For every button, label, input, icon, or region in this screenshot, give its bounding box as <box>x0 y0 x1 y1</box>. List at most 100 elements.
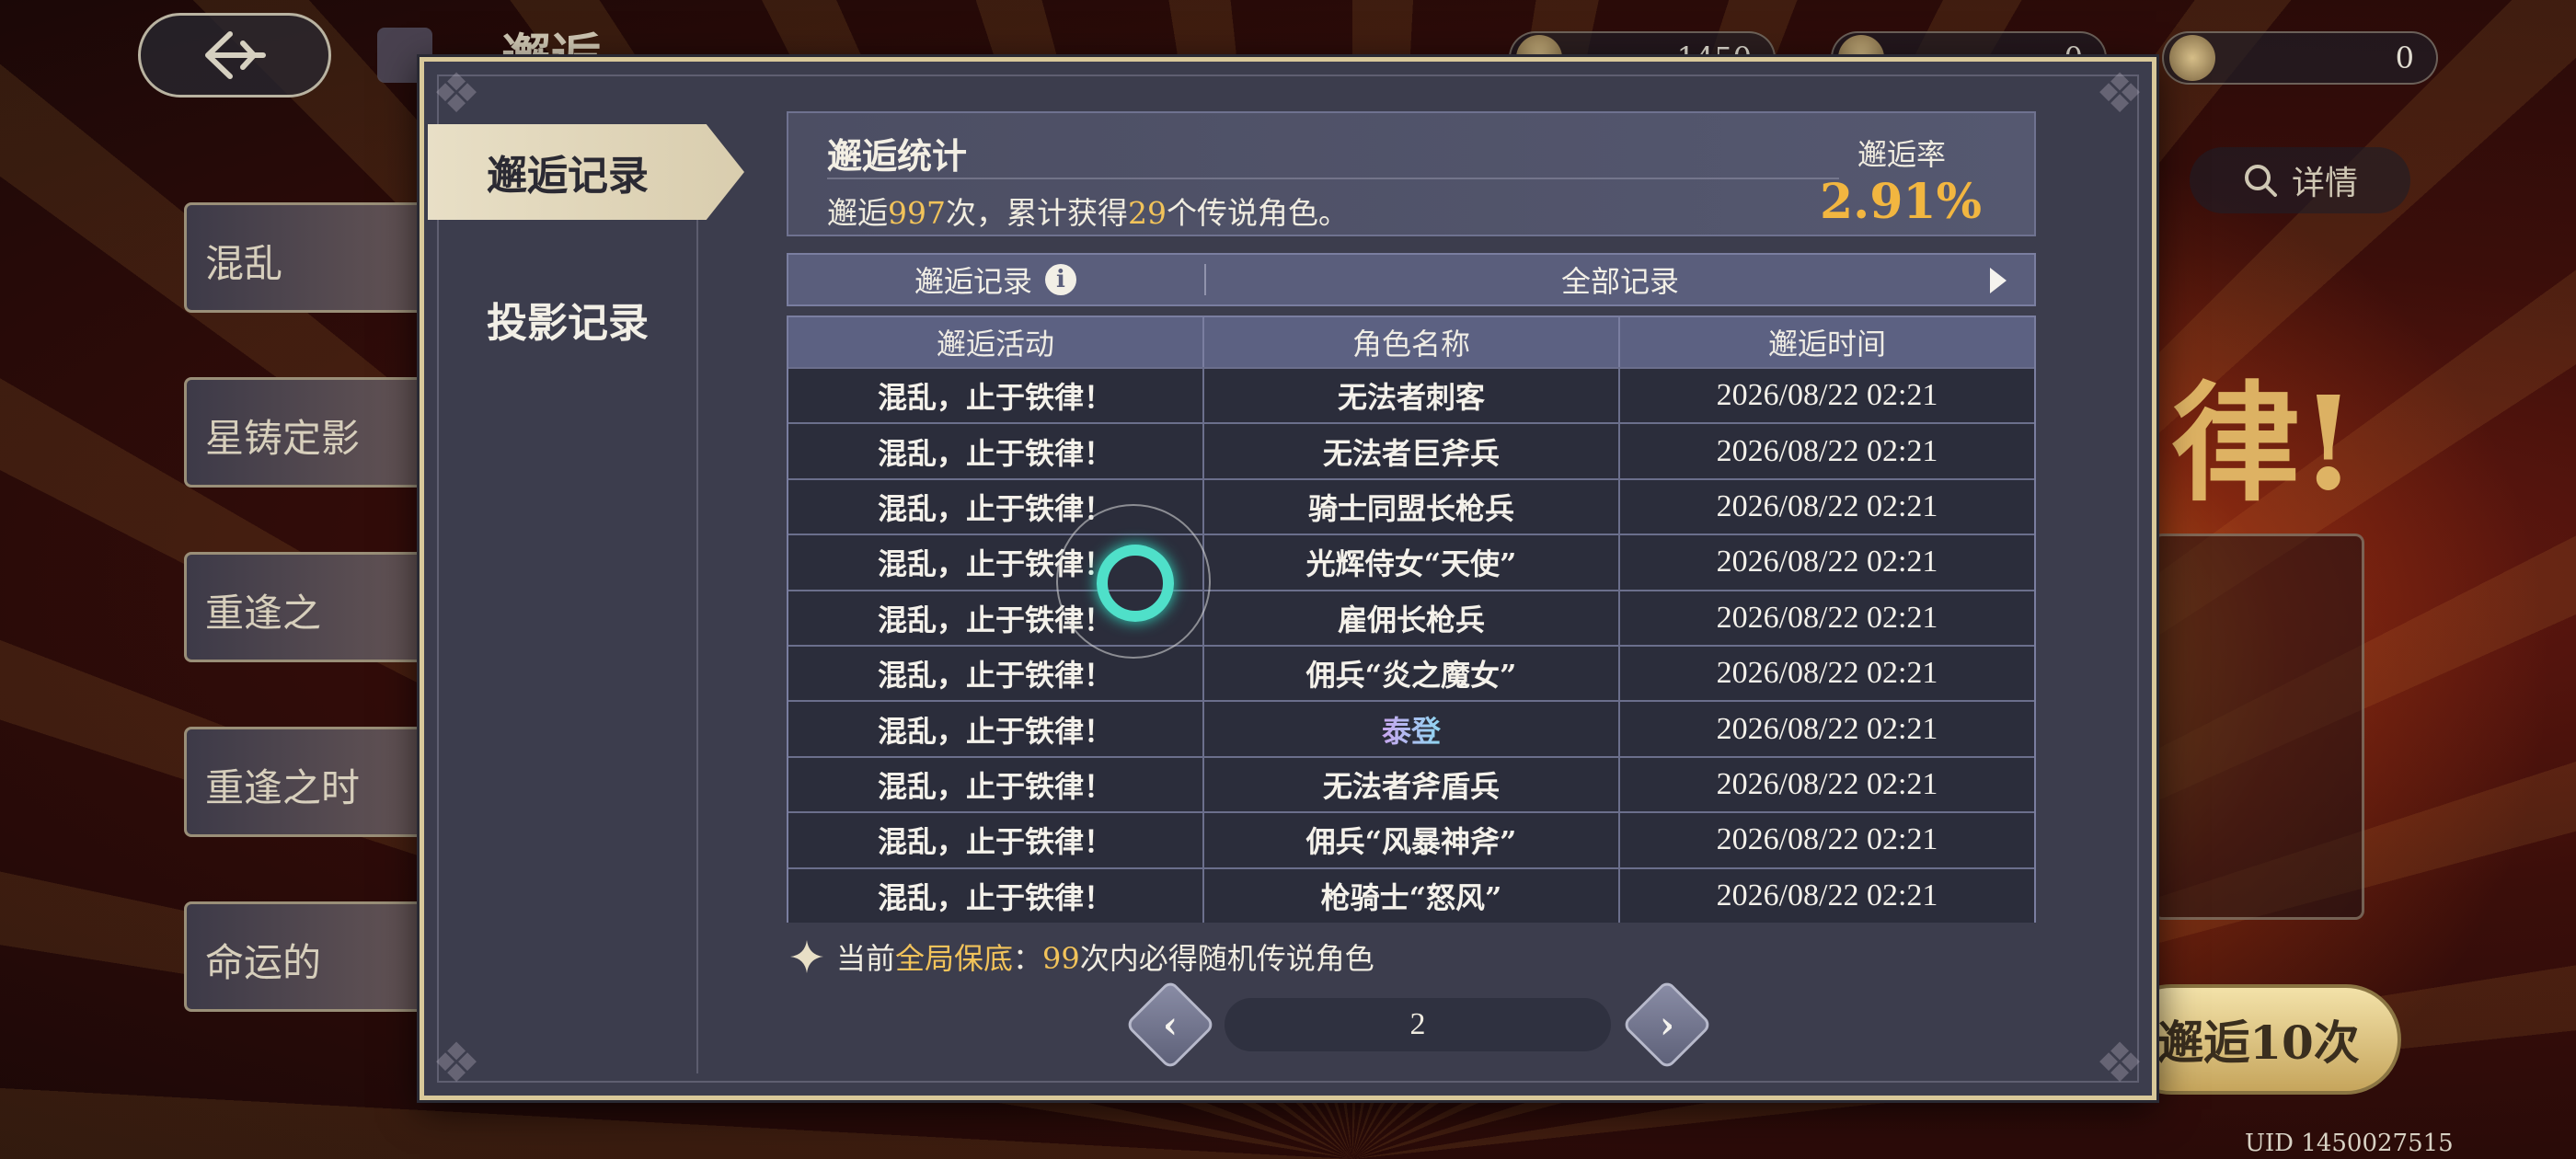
pity-highlight: 全局保底 <box>895 941 1014 976</box>
pull-count: 997 <box>888 195 946 231</box>
touch-indicator <box>1056 504 1211 659</box>
pity-count: 99 <box>1042 941 1080 976</box>
table-row: 混乱，止于铁律！ 雇佣长枪兵 2026/08/22 02:21 <box>788 589 2034 645</box>
pity-colon: ： <box>1013 941 1043 976</box>
sparkle-icon <box>790 940 823 973</box>
chevron-right-icon <box>1990 268 2007 293</box>
stats-title: 邂逅统计 <box>827 135 968 177</box>
character-preview <box>2153 534 2364 920</box>
ornament-icon: ❖ <box>2095 62 2145 126</box>
chevron-right-icon: › <box>1660 1003 1674 1047</box>
ornament-icon: ❖ <box>2095 1031 2145 1096</box>
column-header: 角色名称 <box>1204 317 1620 367</box>
filter-bar: 邂逅记录 i 全部记录 <box>787 253 2036 306</box>
back-arrow-icon <box>205 31 266 79</box>
table-row: 混乱，止于铁律！ 骑士同盟长枪兵 2026/08/22 02:21 <box>788 477 2034 534</box>
time-cell: 2026/08/22 02:21 <box>1716 656 1938 691</box>
banner-label: 重逢之时 <box>205 765 361 810</box>
tab-projection-record[interactable]: 投影记录 <box>428 271 744 367</box>
time-cell: 2026/08/22 02:21 <box>1716 488 1938 523</box>
legend-count: 29 <box>1128 195 1167 231</box>
character-cell: 枪骑士“怒风” <box>1204 868 1620 923</box>
prev-page-button[interactable]: ‹ <box>1124 979 1216 1071</box>
stats-summary: 邂逅997次，累计获得29个传说角色。 <box>827 189 1349 233</box>
table-row: 混乱，止于铁律！ 无法者刺客 2026/08/22 02:21 <box>788 367 2034 423</box>
time-cell: 2026/08/22 02:21 <box>1716 545 1938 580</box>
character-cell: 佣兵“炎之魔女” <box>1204 646 1620 701</box>
tab-label: 投影记录 <box>487 300 649 347</box>
detail-button[interactable]: 详情 <box>2190 147 2410 213</box>
banner-label: 混乱 <box>205 241 283 286</box>
character-cell: 无法者刺客 <box>1204 369 1620 423</box>
time-cell: 2026/08/22 02:21 <box>1716 378 1938 413</box>
pull-10-button[interactable]: 邂逅10次 <box>2116 984 2401 1095</box>
time-cell: 2026/08/22 02:21 <box>1716 766 1938 801</box>
table-header: 邂逅活动 角色名称 邂逅时间 <box>788 317 2034 367</box>
time-cell: 2026/08/22 02:21 <box>1716 433 1938 468</box>
character-cell: 无法者巨斧兵 <box>1204 424 1620 478</box>
legendary-character-name: 泰登 <box>1382 708 1441 751</box>
banner-label: 重逢之 <box>205 591 322 636</box>
activity-cell: 混乱，止于铁律！ <box>788 424 1204 478</box>
divider <box>827 178 1839 179</box>
ornament-icon: ❖ <box>431 62 481 126</box>
info-icon[interactable]: i <box>1045 264 1076 295</box>
pity-note: 当前全局保底：99次内必得随机传说角色 <box>788 935 1374 978</box>
record-type-label: 邂逅记录 i <box>788 255 1202 304</box>
stats-panel: 邂逅统计 邂逅997次，累计获得29个传说角色。 邂逅率 2.91% <box>787 111 2036 236</box>
table-row: 混乱，止于铁律！ 光辉侍女“天使” 2026/08/22 02:21 <box>788 534 2034 590</box>
rate-label: 邂逅率 <box>1857 137 1946 172</box>
character-cell: 雇佣长枪兵 <box>1204 591 1620 645</box>
character-cell: 光辉侍女“天使” <box>1204 535 1620 590</box>
summary-text: 个传说角色。 <box>1167 195 1349 231</box>
table-row: 混乱，止于铁律！ 枪骑士“怒风” 2026/08/22 02:21 <box>788 866 2034 923</box>
character-cell: 佣兵“风暴神斧” <box>1204 813 1620 867</box>
next-page-button[interactable]: › <box>1621 979 1713 1071</box>
banner-list: 混乱 星铸定影 重逢之 重逢之时 命运的 <box>184 147 478 1067</box>
touch-ring <box>1097 545 1174 622</box>
tab-encounter-record[interactable]: 邂逅记录 <box>428 124 744 220</box>
activity-cell: 混乱，止于铁律！ <box>788 369 1204 423</box>
table-row: 混乱，止于铁律！ 佣兵“炎之魔女” 2026/08/22 02:21 <box>788 644 2034 701</box>
activity-cell: 混乱，止于铁律！ <box>788 757 1204 812</box>
chevron-left-icon: ‹ <box>1163 1003 1178 1047</box>
column-header: 邂逅活动 <box>788 317 1204 367</box>
tab-label: 邂逅记录 <box>487 153 649 200</box>
time-cell: 2026/08/22 02:21 <box>1716 600 1938 635</box>
table-row: 混乱，止于铁律！ 无法者斧盾兵 2026/08/22 02:21 <box>788 755 2034 812</box>
character-cell: 骑士同盟长枪兵 <box>1204 479 1620 534</box>
ornament-icon: ❖ <box>431 1031 481 1096</box>
time-cell: 2026/08/22 02:21 <box>1716 878 1938 912</box>
currency-icon <box>2169 35 2215 81</box>
table-row: 混乱，止于铁律！ 无法者巨斧兵 2026/08/22 02:21 <box>788 422 2034 478</box>
summary-text: 邂逅 <box>827 195 888 231</box>
record-filter-dropdown[interactable]: 全部记录 <box>1206 255 2034 304</box>
history-table: 邂逅活动 角色名称 邂逅时间 混乱，止于铁律！ 无法者刺客 2026/08/22… <box>787 316 2036 923</box>
banner-label: 命运的 <box>205 940 322 985</box>
pagination: ‹ 2 › <box>1124 979 1713 1071</box>
activity-cell: 混乱，止于铁律！ <box>788 813 1204 867</box>
history-modal: ❖ ❖ ❖ ❖ 邂逅记录 投影记录 邂逅统计 邂逅997次，累计获得29个传说角… <box>420 57 2156 1100</box>
character-cell: 无法者斧盾兵 <box>1204 757 1620 812</box>
currency-3[interactable]: 0 <box>2162 31 2438 85</box>
time-cell: 2026/08/22 02:21 <box>1716 711 1938 746</box>
pity-text: 当前全局保底：99次内必得随机传说角色 <box>836 935 1374 978</box>
currency-3-value: 0 <box>2395 40 2414 75</box>
back-button[interactable] <box>138 13 331 98</box>
summary-text: 次，累计获得 <box>946 195 1128 231</box>
page-number: 2 <box>1225 998 1611 1051</box>
rate-value: 2.91% <box>1819 174 1983 230</box>
banner-title: 律! <box>2171 369 2357 520</box>
filter-value: 全部记录 <box>1560 264 1679 299</box>
detail-label: 详情 <box>2291 165 2358 202</box>
filter-left-label: 邂逅记录 <box>914 264 1032 299</box>
activity-cell: 混乱，止于铁律！ <box>788 702 1204 756</box>
table-row: 混乱，止于铁律！ 泰登 2026/08/22 02:21 <box>788 700 2034 756</box>
uid-label: UID 1450027515 <box>2245 1130 2454 1157</box>
pity-suffix: 次内必得随机传说角色 <box>1079 941 1374 976</box>
time-cell: 2026/08/22 02:21 <box>1716 822 1938 857</box>
magnifier-icon <box>2244 165 2277 197</box>
activity-cell: 混乱，止于铁律！ <box>788 868 1204 923</box>
character-cell-legendary: 泰登 <box>1204 702 1620 756</box>
column-header: 邂逅时间 <box>1767 327 1886 361</box>
